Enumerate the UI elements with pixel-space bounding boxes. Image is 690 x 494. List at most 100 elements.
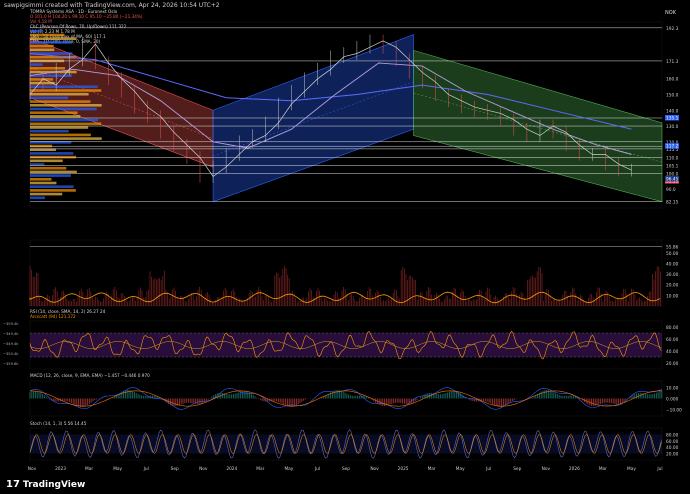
volume-profile-bar <box>30 63 43 66</box>
x-axis-label: May <box>456 466 465 472</box>
rsi-left-label: −349.4k <box>3 342 19 346</box>
volume-profile-bar <box>30 104 102 107</box>
stoch-axis-label: 60.00 <box>666 439 679 445</box>
price-axis-label: 110.0 <box>666 156 679 162</box>
volume-profile-bar <box>30 30 42 33</box>
volume-profile-bar <box>30 137 102 140</box>
volume-profile-bar <box>30 170 77 174</box>
volume-profile-bar <box>30 92 89 96</box>
volume-axis-label: 40.00 <box>666 261 679 267</box>
macd-axis-label: 10.00 <box>666 386 679 392</box>
volume-profile-bar <box>30 196 45 200</box>
x-axis-label: Jul <box>485 466 491 472</box>
x-axis-label: Mar <box>599 466 607 472</box>
price-axis-label: 171.3 <box>666 59 679 65</box>
price-axis-label: 105.1 <box>666 163 679 169</box>
volume-axis-label: 55.86 <box>666 245 679 251</box>
x-axis-label: Sep <box>171 466 179 472</box>
x-axis-label: Mar <box>85 466 93 472</box>
volume-profile-bar <box>30 129 69 133</box>
price-axis-label: 90.0 <box>666 187 676 193</box>
brand-text: TradingView <box>22 479 86 490</box>
rsi-left-label: −359.4k <box>3 322 19 326</box>
x-axis-label: 2023 <box>55 466 66 472</box>
price-axis-label: 82.15 <box>666 199 679 205</box>
volume-profile-bar <box>30 81 55 85</box>
x-axis-label: Sep <box>342 466 350 472</box>
price-highlight-label: 96.45 <box>666 176 679 182</box>
price-axis-label: 150.0 <box>666 93 679 99</box>
macd-axis-label: 0.000 <box>666 397 679 403</box>
volume-profile-bar <box>30 48 55 52</box>
volume-axis-label: 50.00 <box>666 251 679 257</box>
volume-profile-bar <box>30 185 74 188</box>
volume-axis-label: 10.00 <box>666 293 679 299</box>
price-highlight-label: 117.2 <box>666 144 679 150</box>
volume-profile-bar <box>30 41 73 44</box>
volume-profile-bar <box>30 159 63 163</box>
volume-profile-bar <box>30 133 91 137</box>
volume-profile-bar <box>30 192 63 196</box>
volume-profile-bar <box>30 37 77 40</box>
volume-profile-bar <box>30 141 72 144</box>
volume-profile-bar <box>30 174 71 177</box>
volume-profile-bar <box>30 155 77 159</box>
stoch-axis-label: 80.00 <box>666 432 679 438</box>
x-axis-label: May <box>627 466 636 472</box>
price-axis-label: 140.0 <box>666 108 679 114</box>
volume-profile-bar <box>30 178 52 181</box>
volume-profile-bar <box>30 107 97 111</box>
volume-axis-label: 30.00 <box>666 272 679 278</box>
volume-profile-bar <box>30 166 67 170</box>
rsi-axis-label: 20.00 <box>666 361 679 367</box>
x-axis-label: Sep <box>513 466 521 472</box>
volume-profile-bar <box>30 122 102 126</box>
volume-profile-bar <box>30 67 65 70</box>
rsi-left-label: −359.6k <box>3 362 19 366</box>
stoch-axis-label: 20.00 <box>666 452 679 458</box>
macd-signal-line <box>30 390 663 407</box>
x-axis-label: May <box>284 466 293 472</box>
volume-axis-label: 20.00 <box>666 283 679 289</box>
price-axis-label: 130.0 <box>666 124 679 130</box>
x-axis-label: Nov <box>370 466 379 472</box>
tradingview-logo-icon: 17 <box>6 479 20 490</box>
volume-profile-bar <box>30 85 98 89</box>
price-axis-label: 192.3 <box>666 26 679 32</box>
rsi-axis-label: 80.00 <box>666 325 679 331</box>
price-highlight-label: 135.1 <box>666 115 679 121</box>
x-axis-label: 2025 <box>398 466 409 472</box>
volume-profile-bar <box>30 89 102 92</box>
x-axis-label: Mar <box>428 466 436 472</box>
volume-profile-bar <box>30 100 91 103</box>
x-axis-label: Jul <box>314 466 320 472</box>
volume-profile-bar <box>30 33 65 37</box>
x-axis-label: Jul <box>656 466 662 472</box>
pane-frame <box>29 380 663 417</box>
x-axis-label: Nov <box>542 466 551 472</box>
volume-profile-bar <box>30 118 99 122</box>
volume-profile-bar <box>30 181 57 185</box>
x-axis-label: Mar <box>256 466 264 472</box>
x-axis-label: 2026 <box>569 466 580 472</box>
macd-axis-label: −10.00 <box>666 407 682 413</box>
volume-profile-bar <box>30 126 89 129</box>
chart-svg[interactable]: 192.3171.3160.0150.0140.0130.0120.0115.5… <box>0 0 690 494</box>
rsi-axis-label: 40.00 <box>666 349 679 355</box>
x-axis-label: Nov <box>199 466 208 472</box>
stoch-axis-label: 40.00 <box>666 445 679 451</box>
volume-profile-bar <box>30 152 74 155</box>
volume-profile-bar <box>30 44 54 48</box>
x-axis-label: Nov <box>28 466 37 472</box>
rsi-axis-label: 60.00 <box>666 337 679 343</box>
price-axis-label: 160.0 <box>666 77 679 83</box>
volume-profile-bar <box>30 189 76 192</box>
footer-brand: 17 TradingView <box>6 479 85 490</box>
rsi-left-label: −350.4k <box>3 352 19 356</box>
volume-profile-bar <box>30 96 69 100</box>
rsi-left-label: −349.4k <box>3 332 19 336</box>
volume-profile-bar <box>30 115 81 118</box>
x-axis-label: 2024 <box>226 466 237 472</box>
x-axis-label: Jul <box>143 466 149 472</box>
x-axis-label: May <box>113 466 122 472</box>
